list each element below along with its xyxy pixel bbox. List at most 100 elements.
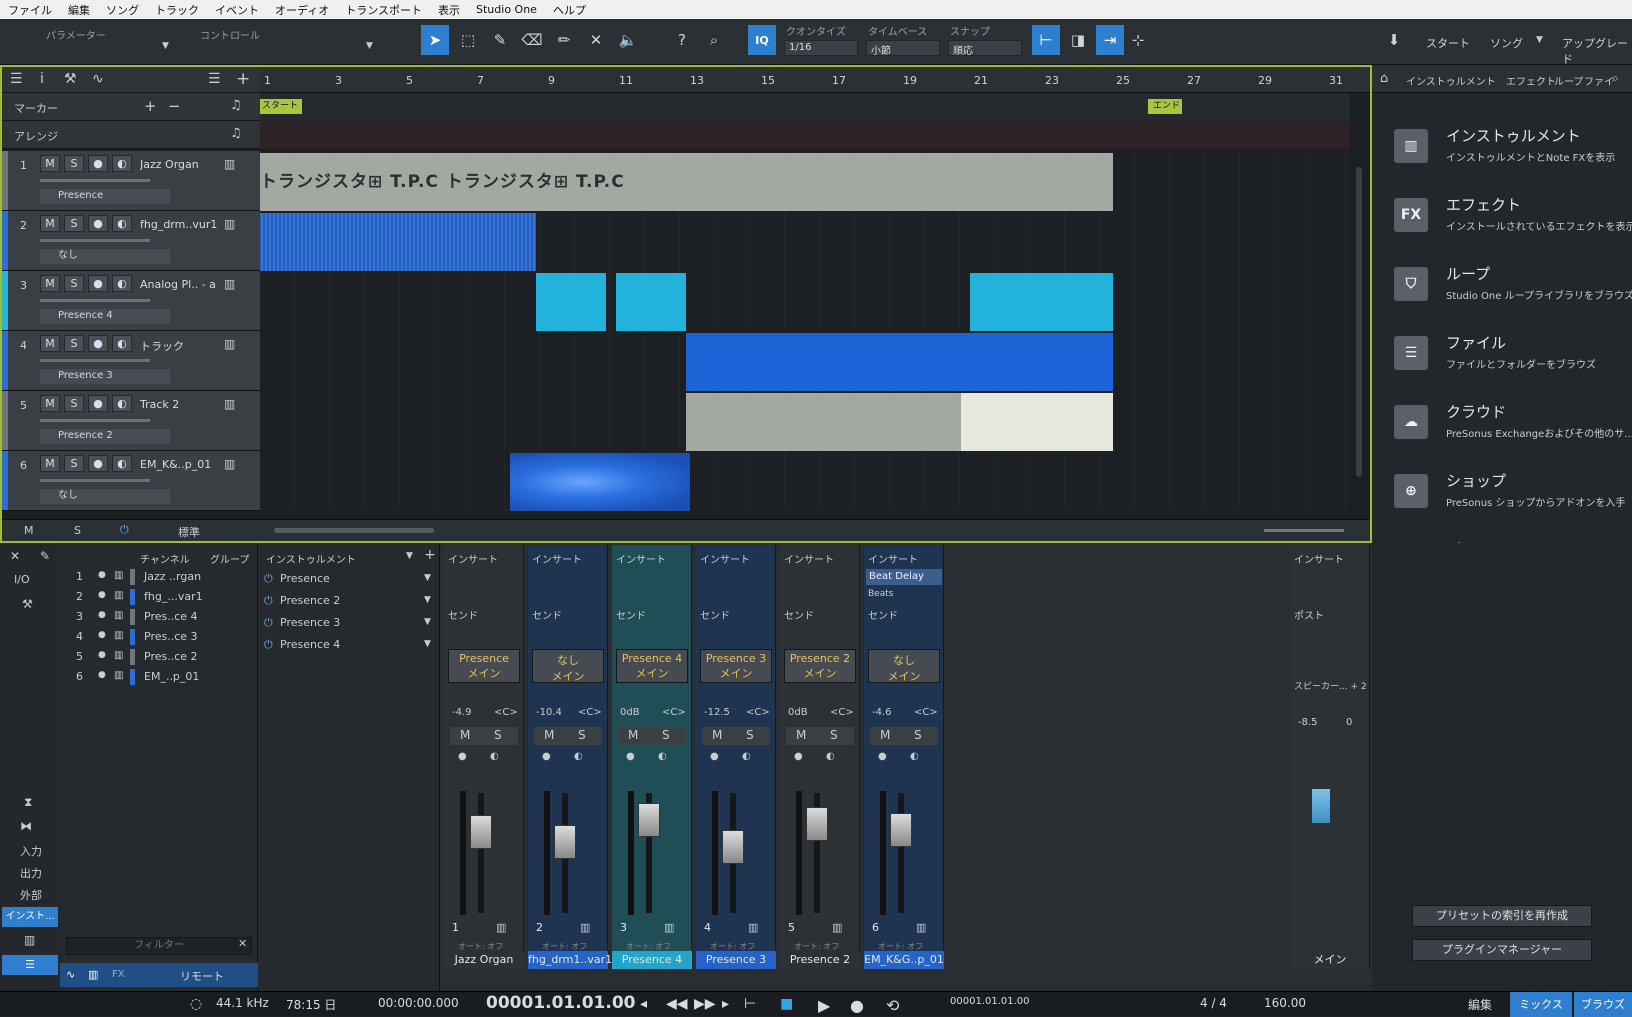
start-page-button[interactable]: スタート bbox=[1426, 35, 1470, 51]
channel-list-row[interactable]: 3 ● ▥ Pres..ce 4 bbox=[60, 607, 258, 627]
menu-song[interactable]: ソング bbox=[98, 2, 147, 18]
track-header[interactable]: 5 M S ● ◐ Track 2 ▥ Presence 2 bbox=[2, 391, 260, 451]
clear-filter-icon[interactable]: ✕ bbox=[238, 937, 247, 950]
loop-icon[interactable]: ⟲ bbox=[886, 996, 899, 1015]
stop-icon[interactable]: ■ bbox=[780, 996, 793, 1012]
strip-name[interactable]: Presence 3 bbox=[696, 951, 776, 969]
strip-mute-button[interactable]: M bbox=[712, 728, 722, 742]
strip-record-icon[interactable]: ● bbox=[710, 751, 719, 762]
monitor-icon[interactable]: ◐ bbox=[112, 455, 132, 472]
channel-list-row[interactable]: 2 ● ▥ fhg_...var1 bbox=[60, 587, 258, 607]
input-select[interactable]: Presence 4 bbox=[617, 652, 687, 665]
track-volume-slider[interactable] bbox=[40, 299, 150, 302]
volume-fader[interactable] bbox=[890, 813, 912, 847]
audio-channels-icon[interactable]: ∿ bbox=[66, 968, 75, 981]
console-tools-icon[interactable]: ⚒ bbox=[22, 597, 33, 611]
strip-name[interactable]: Jazz Organ bbox=[444, 951, 524, 969]
instrument-power-icon[interactable]: ⏻ bbox=[264, 572, 273, 586]
mute-tool-icon[interactable]: ✕ bbox=[582, 25, 610, 55]
edit-view-button[interactable]: 編集 bbox=[1468, 996, 1492, 1013]
tab-instruments[interactable]: インストゥルメント bbox=[1406, 73, 1496, 88]
solo-button[interactable]: S bbox=[64, 335, 84, 352]
add-track-icon[interactable]: + bbox=[236, 69, 250, 89]
main-insert-label[interactable]: インサート bbox=[1294, 551, 1366, 566]
menu-audio[interactable]: オーディオ bbox=[267, 2, 337, 18]
rebuild-preset-index-button[interactable]: プリセットの索引を再作成 bbox=[1412, 905, 1592, 927]
channel-visible-dot[interactable]: ● bbox=[98, 610, 106, 620]
output-select[interactable]: メイン bbox=[785, 665, 855, 681]
record-icon[interactable]: ● bbox=[850, 996, 864, 1015]
eraser-tool-icon[interactable]: ⌫ bbox=[518, 25, 546, 55]
channel-visible-dot[interactable]: ● bbox=[98, 590, 106, 600]
channel-visible-dot[interactable]: ● bbox=[98, 570, 106, 580]
track-list-icon[interactable]: ☰ bbox=[10, 71, 23, 87]
track-instrument-select[interactable]: Presence 4 bbox=[40, 309, 170, 324]
strip-mute-button[interactable]: M bbox=[544, 728, 554, 742]
mute-button[interactable]: M bbox=[40, 335, 60, 352]
instrument-row-dropdown-icon[interactable]: ▼ bbox=[424, 573, 431, 583]
mute-button[interactable]: M bbox=[40, 215, 60, 232]
zoom-slider[interactable] bbox=[1264, 529, 1344, 532]
solo-button[interactable]: S bbox=[64, 455, 84, 472]
range-tool-icon[interactable]: ⬚ bbox=[454, 25, 482, 55]
plugin-manager-button[interactable]: プラグインマネージャー bbox=[1412, 939, 1592, 961]
analog-clip-2[interactable] bbox=[616, 273, 686, 331]
menu-studio-one[interactable]: Studio One bbox=[468, 3, 545, 16]
track-instrument-select[interactable]: Presence 3 bbox=[40, 369, 170, 384]
solo-button[interactable]: S bbox=[64, 395, 84, 412]
forward-end-icon[interactable]: ▸ bbox=[722, 996, 729, 1012]
input-select[interactable]: Presence 2 bbox=[785, 652, 855, 665]
analog-clip-3[interactable] bbox=[970, 273, 1113, 331]
tab-effects[interactable]: エフェクト bbox=[1506, 73, 1556, 88]
play-icon[interactable]: ▶ bbox=[818, 996, 830, 1015]
filter-input[interactable]: フィルター bbox=[66, 937, 252, 955]
arranger-note-icon[interactable]: ♫ bbox=[230, 126, 242, 141]
volume-fader[interactable] bbox=[638, 803, 660, 837]
browser-search-icon[interactable]: ⌕ bbox=[1612, 71, 1619, 86]
horizontal-scrollbar[interactable] bbox=[274, 528, 434, 533]
instrument-channels-icon[interactable]: ▥ bbox=[88, 968, 98, 981]
track-color-strip[interactable] bbox=[2, 451, 8, 510]
volume-fader[interactable] bbox=[806, 807, 828, 841]
monitor-icon[interactable]: ◐ bbox=[112, 335, 132, 352]
arranger-lane[interactable] bbox=[260, 121, 1350, 149]
mix-view-button[interactable]: ミックス bbox=[1510, 992, 1572, 1017]
collapse-icon[interactable]: ⧗ bbox=[24, 795, 32, 810]
automation-icon[interactable]: ∿ bbox=[92, 71, 104, 87]
track2-clip-2[interactable] bbox=[961, 393, 1113, 451]
insert-label[interactable]: インサート bbox=[616, 551, 688, 566]
instrument-dropdown-icon[interactable]: ▼ bbox=[406, 551, 413, 561]
channel-visible-dot[interactable]: ● bbox=[98, 670, 106, 680]
jazz-organ-clip[interactable]: トランジスタ⊞ T.P.C トランジスタ⊞ T.P.C bbox=[260, 153, 1113, 211]
channel-visible-dot[interactable]: ● bbox=[98, 650, 106, 660]
track-volume-slider[interactable] bbox=[40, 479, 150, 482]
monitor-icon[interactable]: ◐ bbox=[112, 395, 132, 412]
browser-item[interactable]: ☰ ファイル ファイルとフォルダーをブラウズ bbox=[1394, 330, 1624, 390]
io-box[interactable]: Presence メイン bbox=[448, 649, 520, 683]
control-dropdown-icon[interactable]: ▼ bbox=[366, 41, 373, 51]
browser-item[interactable]: ☁ クラウド PreSonus Exchangeおよびその他のサ... bbox=[1394, 399, 1632, 459]
strip-monitor-icon[interactable]: ◐ bbox=[490, 751, 499, 762]
strip-solo-button[interactable]: S bbox=[494, 728, 502, 742]
main-output-select[interactable]: スピーカー... + 2 bbox=[1294, 679, 1367, 692]
track-volume-slider[interactable] bbox=[40, 179, 150, 182]
tab-files[interactable]: ファイ bbox=[1584, 73, 1614, 88]
instrument-list-row[interactable]: ⏻ Presence 3 ▼ bbox=[258, 613, 440, 633]
output-button[interactable]: 出力 bbox=[20, 865, 42, 881]
inspector-icon[interactable]: i bbox=[40, 71, 44, 87]
solo-button[interactable]: S bbox=[64, 215, 84, 232]
output-select[interactable]: メイン bbox=[533, 668, 603, 684]
footer-mute-all-button[interactable]: M bbox=[24, 524, 34, 537]
browse-view-button[interactable]: ブラウズ bbox=[1574, 992, 1632, 1017]
strip-monitor-icon[interactable]: ◐ bbox=[742, 751, 751, 762]
fx-channels-icon[interactable]: FX bbox=[112, 969, 125, 980]
insert-slot[interactable]: Beat Delay bbox=[866, 569, 942, 585]
add-marker-icon[interactable]: + bbox=[144, 97, 157, 115]
menu-help[interactable]: ヘルプ bbox=[545, 2, 594, 18]
close-console-icon[interactable]: ✕ bbox=[10, 549, 20, 563]
send-label[interactable]: センド bbox=[532, 607, 604, 622]
insert-label[interactable]: インサート bbox=[868, 551, 940, 566]
instrument-list-row[interactable]: ⏻ Presence ▼ bbox=[258, 569, 440, 589]
snap-select[interactable]: 順応 bbox=[948, 40, 1022, 57]
record-arm-icon[interactable]: ● bbox=[88, 215, 108, 232]
